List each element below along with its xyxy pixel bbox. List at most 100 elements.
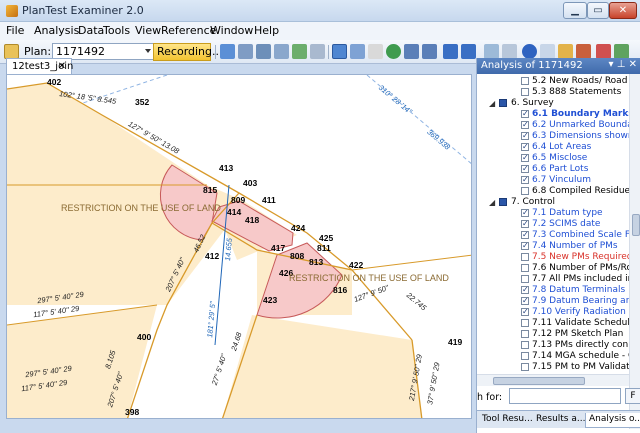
network-icon[interactable] bbox=[484, 44, 499, 59]
full-extent-icon[interactable] bbox=[422, 44, 437, 59]
item-checkbox[interactable] bbox=[521, 363, 529, 371]
maximize-button[interactable]: ▭ bbox=[587, 2, 609, 19]
plan-map-view[interactable]: 402 352 413 403 815 809 414 418 411 424 … bbox=[6, 74, 472, 419]
item-checkbox[interactable] bbox=[521, 253, 529, 261]
menu-tools[interactable]: Tools bbox=[103, 24, 130, 37]
item-checkbox[interactable] bbox=[521, 108, 529, 119]
item-checkbox[interactable] bbox=[521, 264, 529, 272]
menu-analysis[interactable]: Analysis bbox=[34, 24, 79, 37]
grid-icon[interactable] bbox=[292, 44, 307, 59]
menu-help[interactable]: Help bbox=[254, 24, 279, 37]
minimize-button[interactable]: ▁ bbox=[563, 2, 587, 19]
item-checkbox[interactable] bbox=[521, 229, 529, 240]
tree-item[interactable]: 7.3 Combined Scale Fac bbox=[477, 229, 629, 241]
item-checkbox[interactable] bbox=[521, 240, 529, 251]
item-checkbox[interactable] bbox=[521, 295, 529, 306]
item-checkbox[interactable] bbox=[521, 218, 529, 229]
item-checkbox[interactable] bbox=[521, 341, 529, 349]
recording-button[interactable]: Recording... bbox=[153, 43, 223, 61]
tree-item[interactable]: 6.1 Boundary Marks bbox=[477, 108, 629, 120]
tree-item[interactable]: 6.6 Part Lots bbox=[477, 163, 629, 175]
item-checkbox[interactable] bbox=[521, 141, 529, 152]
item-checkbox[interactable] bbox=[521, 163, 529, 174]
pan-icon[interactable] bbox=[368, 44, 383, 59]
item-checkbox[interactable] bbox=[521, 275, 529, 283]
tree-item[interactable]: 7.14 MGA schedule - Cu bbox=[477, 351, 629, 362]
tree-item[interactable]: 7.11 Validate Schedule bbox=[477, 318, 629, 329]
item-checkbox[interactable] bbox=[521, 152, 529, 163]
panel-controls-icon[interactable]: ▾ ⊥ ✕ bbox=[609, 59, 637, 70]
frame-icon[interactable] bbox=[502, 44, 517, 59]
tree-item[interactable]: 7.10 Verify Radiation bbox=[477, 306, 629, 318]
item-checkbox[interactable] bbox=[521, 284, 529, 295]
menu-file[interactable]: File bbox=[6, 24, 24, 37]
search-icon[interactable] bbox=[540, 44, 555, 59]
item-checkbox[interactable] bbox=[521, 130, 529, 141]
back-arrow-icon[interactable] bbox=[443, 44, 458, 59]
expand-icon[interactable]: ◢ bbox=[489, 197, 495, 208]
tree-item[interactable]: 7.8 Datum Terminals bbox=[477, 284, 629, 296]
item-checkbox[interactable] bbox=[521, 174, 529, 185]
tree-item[interactable]: 7.2 SCIMS date bbox=[477, 218, 629, 230]
ruler-icon[interactable] bbox=[558, 44, 573, 59]
tree-item[interactable]: 6.8 Compiled Residue L bbox=[477, 186, 629, 197]
horizontal-scrollbar[interactable] bbox=[477, 374, 629, 386]
measure-icon[interactable] bbox=[220, 44, 235, 59]
tab-12test3-join[interactable]: 12test3_join ✕ bbox=[6, 58, 73, 75]
item-checkbox[interactable] bbox=[521, 306, 529, 317]
find-button[interactable]: F bbox=[625, 388, 640, 404]
menu-data[interactable]: Data bbox=[78, 24, 104, 37]
chart-icon[interactable] bbox=[576, 44, 591, 59]
tree-item[interactable]: 5.3 888 Statements bbox=[477, 87, 629, 98]
tree-item[interactable]: 7.6 Number of PMs/Ro bbox=[477, 263, 629, 274]
scroll-thumb[interactable] bbox=[632, 214, 640, 236]
table-icon[interactable] bbox=[310, 44, 325, 59]
tree-item[interactable]: 6.4 Lot Areas bbox=[477, 141, 629, 153]
forward-arrow-icon[interactable] bbox=[461, 44, 476, 59]
tree-item[interactable]: 7.15 PM to PM Validati bbox=[477, 362, 629, 373]
item-checkbox[interactable] bbox=[521, 187, 529, 195]
tree-item[interactable]: 7.5 New PMs Required bbox=[477, 252, 629, 263]
tree-item[interactable]: 7.13 PMs directly conne bbox=[477, 340, 629, 351]
tree-item[interactable]: 7.1 Datum type bbox=[477, 207, 629, 219]
menu-window[interactable]: Window bbox=[210, 24, 253, 37]
close-icon[interactable]: ✕ bbox=[58, 61, 66, 72]
vertical-scrollbar[interactable] bbox=[629, 74, 640, 429]
info-icon[interactable] bbox=[522, 44, 537, 59]
tab-analysis[interactable]: Analysis o... bbox=[585, 413, 640, 428]
tree-item[interactable]: 7.4 Number of PMs bbox=[477, 240, 629, 252]
item-checkbox[interactable] bbox=[521, 207, 529, 218]
fit-extent-icon[interactable] bbox=[404, 44, 419, 59]
item-checkbox[interactable] bbox=[521, 319, 529, 327]
tab-results[interactable]: Results a... bbox=[533, 413, 588, 428]
zoom-in-icon[interactable] bbox=[332, 44, 347, 59]
tree-item[interactable]: 6.3 Dimensions shown bbox=[477, 130, 629, 142]
tree-item[interactable]: 6.7 Vinculum bbox=[477, 174, 629, 186]
search-input[interactable] bbox=[509, 388, 621, 404]
tree-item[interactable]: 7.9 Datum Bearing and bbox=[477, 295, 629, 307]
tree-item[interactable]: 6.5 Misclose bbox=[477, 152, 629, 164]
item-checkbox[interactable] bbox=[521, 119, 529, 130]
draw-line-icon[interactable] bbox=[596, 44, 611, 59]
globe-icon[interactable] bbox=[386, 44, 401, 59]
menu-reference[interactable]: Reference bbox=[161, 24, 216, 37]
tree-item[interactable]: 7.7 All PMs included in bbox=[477, 274, 629, 285]
tree-item[interactable]: 6.2 Unmarked Boundar bbox=[477, 119, 629, 131]
select-icon[interactable] bbox=[274, 44, 289, 59]
item-checkbox[interactable] bbox=[521, 77, 529, 85]
close-button[interactable]: ✕ bbox=[609, 2, 637, 19]
item-checkbox[interactable] bbox=[521, 352, 529, 360]
tree-item[interactable]: 5.2 New Roads/ Road W bbox=[477, 76, 629, 87]
annotate-icon[interactable] bbox=[256, 44, 271, 59]
item-checkbox[interactable] bbox=[521, 88, 529, 96]
zoom-out-icon[interactable] bbox=[350, 44, 365, 59]
layers-icon[interactable] bbox=[238, 44, 253, 59]
draw-arrow-icon[interactable] bbox=[614, 44, 629, 59]
tab-tool-results[interactable]: Tool Resu... bbox=[479, 413, 536, 428]
tree-group[interactable]: ◢ 6. Survey bbox=[477, 98, 629, 109]
menu-view[interactable]: View bbox=[135, 24, 161, 37]
open-folder-icon[interactable] bbox=[4, 44, 19, 59]
tree-group[interactable]: ◢ 7. Control bbox=[477, 197, 629, 208]
item-checkbox[interactable] bbox=[521, 330, 529, 338]
tree-item[interactable]: 7.12 PM Sketch Plan bbox=[477, 329, 629, 340]
